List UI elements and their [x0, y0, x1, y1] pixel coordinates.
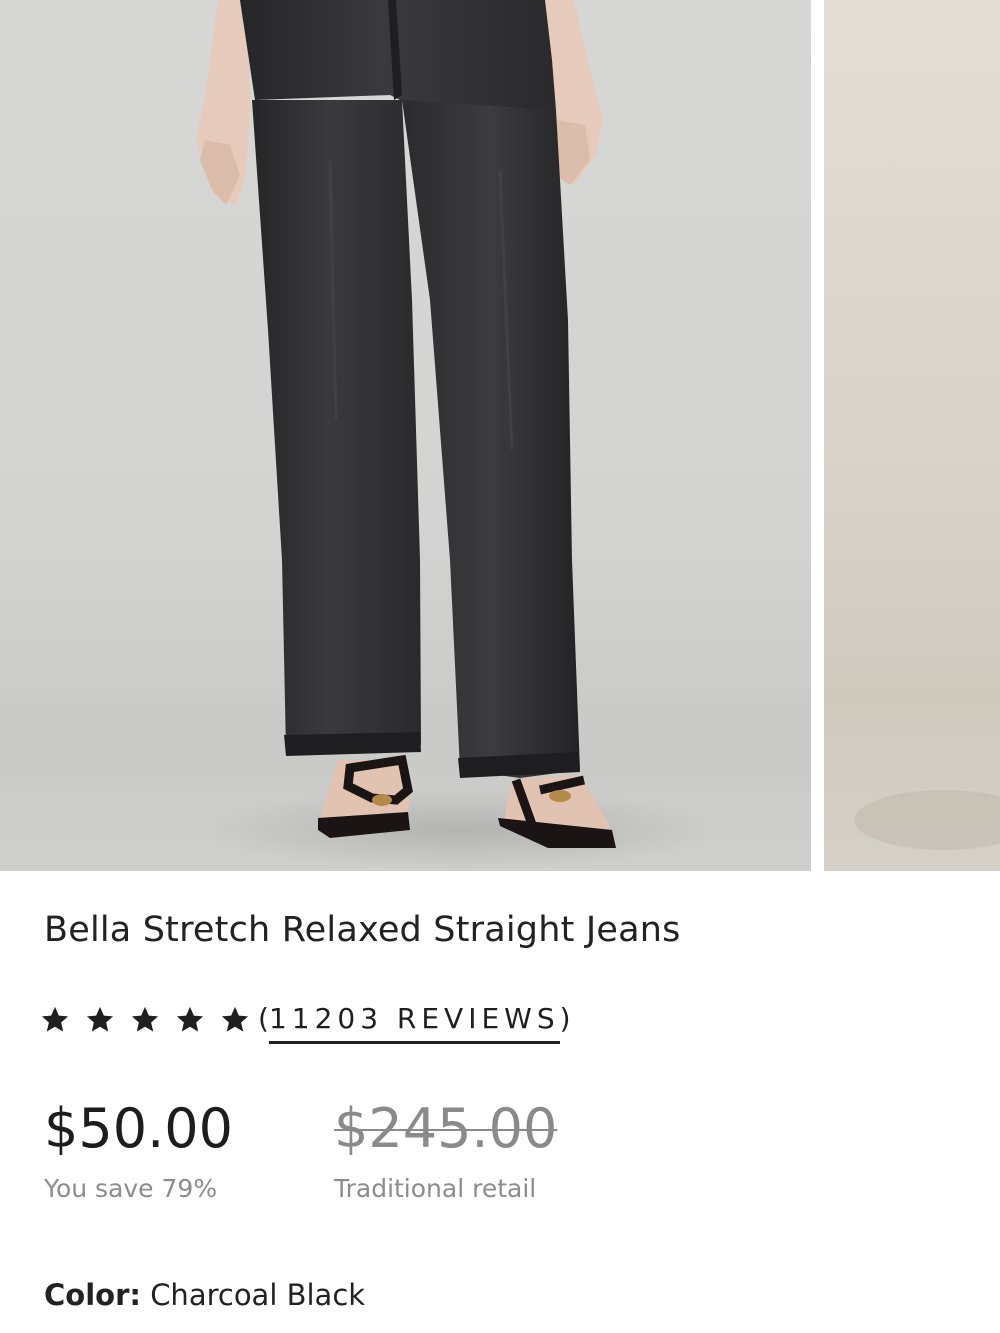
star-icon [41, 1006, 69, 1032]
current-price: $50.00 [44, 1097, 233, 1160]
retail-price-label: Traditional retail [334, 1174, 537, 1203]
product-image-main[interactable] [0, 0, 811, 871]
reviews-link[interactable]: (11203 REVIEWS) [258, 1001, 571, 1044]
reviews-paren-close: ) [559, 1001, 571, 1035]
reviews-paren-open: ( [258, 1001, 269, 1035]
product-title: Bella Stretch Relaxed Straight Jeans [44, 910, 681, 950]
product-page: Bella Stretch Relaxed Straight Jeans (11… [0, 0, 1000, 1333]
color-value: Charcoal Black [150, 1278, 366, 1312]
star-icon [131, 1006, 159, 1032]
current-price-block: $50.00 You save 79% [44, 1097, 233, 1204]
next-photo-preview [854, 790, 1000, 850]
star-icon [86, 1006, 114, 1032]
savings-text: You save 79% [44, 1174, 218, 1203]
jeans-model-illustration [196, 0, 720, 870]
product-rating: (11203 REVIEWS) [40, 996, 571, 1044]
star-icon [176, 1006, 204, 1032]
retail-price-block: $245.00 Traditional retail [334, 1097, 558, 1204]
rating-stars [40, 1005, 258, 1035]
star-icon [221, 1006, 249, 1032]
selected-color: Color: Charcoal Black [44, 1278, 365, 1312]
product-image-next[interactable] [824, 0, 1000, 871]
color-label: Color: [44, 1278, 141, 1312]
reviews-count: 11203 REVIEWS [268, 1001, 560, 1044]
retail-price: $245.00 [334, 1097, 558, 1160]
product-image-carousel[interactable] [0, 0, 1000, 871]
